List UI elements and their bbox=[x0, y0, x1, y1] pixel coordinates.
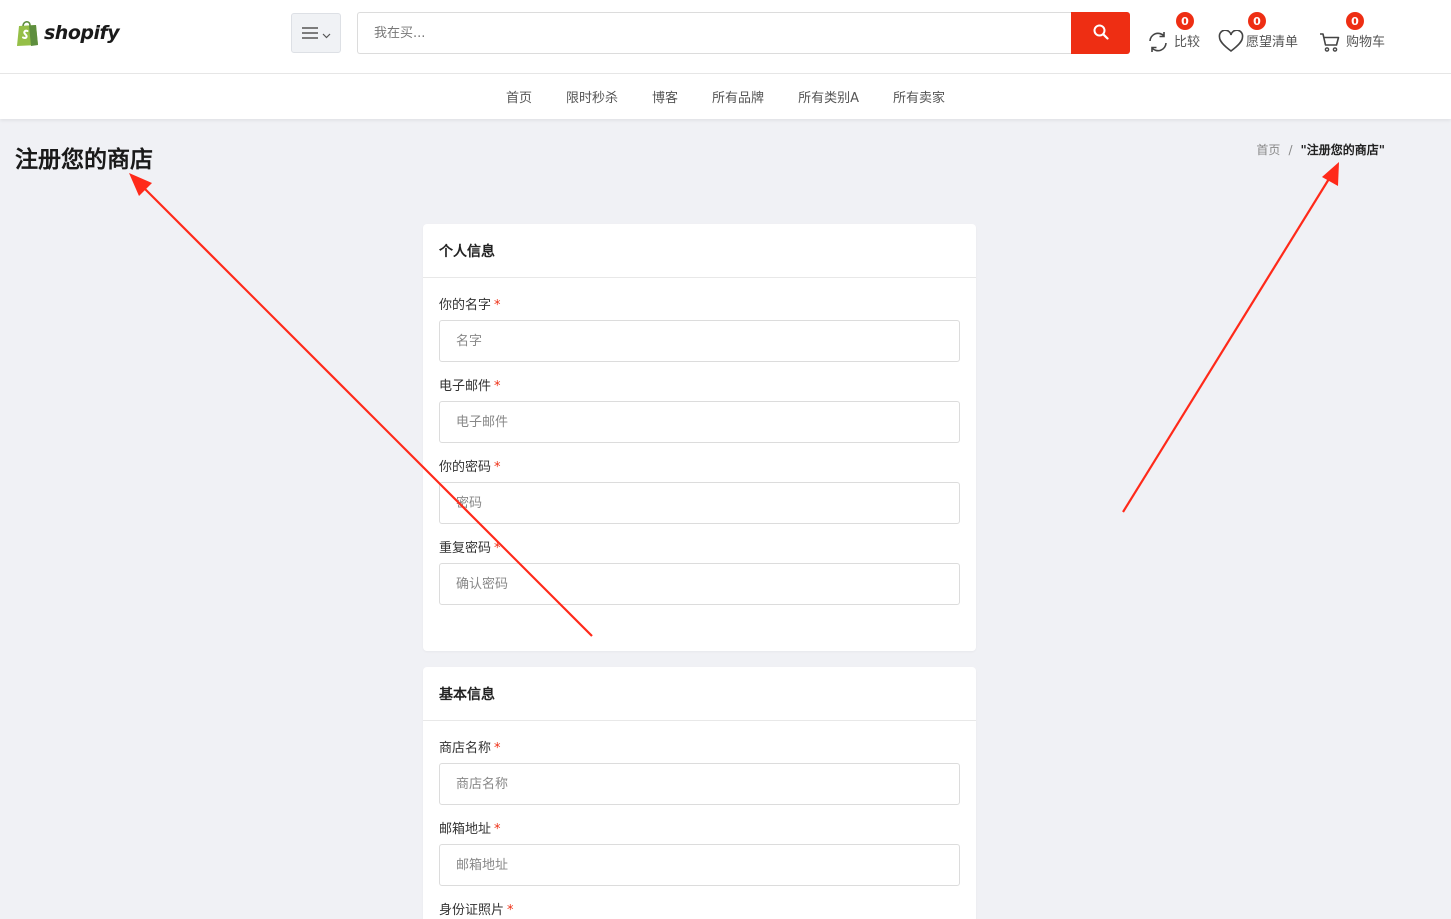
nav-item-all-brands[interactable]: 所有品牌 bbox=[695, 87, 781, 106]
main-nav: 首页 限时秒杀 博客 所有品牌 所有类别A 所有卖家 bbox=[0, 74, 1451, 119]
shop-name-field-group: 商店名称 * bbox=[439, 737, 960, 805]
top-header: shopify 0 比较 bbox=[0, 0, 1451, 74]
annotation-arrow-to-breadcrumb bbox=[1122, 162, 1339, 513]
confirm-password-input[interactable] bbox=[439, 563, 960, 605]
shopify-bag-icon bbox=[15, 19, 41, 47]
compare-count-badge: 0 bbox=[1176, 12, 1194, 30]
confirm-password-label: 重复密码 * bbox=[439, 541, 501, 556]
hamburger-menu-icon bbox=[301, 24, 318, 43]
chevron-down-icon bbox=[322, 24, 331, 43]
basic-info-heading: 基本信息 bbox=[423, 667, 976, 721]
password-field-group: 你的密码 * bbox=[439, 456, 960, 524]
email-input[interactable] bbox=[439, 401, 960, 443]
page-title: 注册您的商店 bbox=[15, 147, 153, 173]
search-bar bbox=[357, 12, 1130, 54]
shop-name-input[interactable] bbox=[439, 763, 960, 805]
compare-button[interactable]: 0 比较 bbox=[1146, 12, 1201, 54]
email-label: 电子邮件 * bbox=[439, 379, 501, 394]
personal-info-heading: 个人信息 bbox=[423, 224, 976, 278]
wishlist-count-badge: 0 bbox=[1248, 12, 1266, 30]
name-input[interactable] bbox=[439, 320, 960, 362]
wishlist-button[interactable]: 0 愿望清单 bbox=[1218, 12, 1299, 54]
cart-icon bbox=[1318, 28, 1344, 54]
personal-info-card: 个人信息 你的名字* 电子邮件* 你的密码* 重复密码* bbox=[423, 224, 976, 651]
breadcrumb-separator: / bbox=[1288, 142, 1293, 157]
shop-name-label: 商店名称 * bbox=[439, 741, 501, 756]
shop-address-label: 邮箱地址 * bbox=[439, 822, 501, 837]
confirm-password-field-group: 重复密码 * bbox=[439, 537, 960, 605]
compare-icon bbox=[1146, 28, 1172, 54]
search-icon bbox=[1093, 24, 1109, 43]
search-input[interactable] bbox=[357, 12, 1071, 54]
nav-item-all-categories[interactable]: 所有类别A bbox=[781, 87, 876, 106]
category-menu-button[interactable] bbox=[291, 13, 341, 53]
logo-wordmark: shopify bbox=[44, 22, 120, 44]
name-field-group: 你的名字 * bbox=[439, 294, 960, 362]
shop-address-input[interactable] bbox=[439, 844, 960, 886]
nav-item-blog[interactable]: 博客 bbox=[635, 87, 695, 106]
nav-item-home[interactable]: 首页 bbox=[489, 87, 549, 106]
breadcrumb-current: "注册您的商店" bbox=[1300, 143, 1385, 157]
search-button[interactable] bbox=[1071, 12, 1130, 54]
logo[interactable]: shopify bbox=[15, 13, 120, 53]
cart-button[interactable]: 0 购物车 bbox=[1318, 12, 1386, 54]
nav-item-all-sellers[interactable]: 所有卖家 bbox=[876, 87, 962, 106]
heart-icon bbox=[1218, 28, 1244, 54]
nav-item-flash-sale[interactable]: 限时秒杀 bbox=[549, 87, 635, 106]
cart-count-badge: 0 bbox=[1346, 12, 1364, 30]
name-label: 你的名字 * bbox=[439, 298, 501, 313]
email-field-group: 电子邮件 * bbox=[439, 375, 960, 443]
id-photo-label: 身份证照片 * bbox=[439, 903, 514, 918]
shop-address-field-group: 邮箱地址 * bbox=[439, 818, 960, 886]
cart-label: 购物车 bbox=[1346, 35, 1386, 50]
password-label: 你的密码 * bbox=[439, 460, 501, 475]
basic-info-card: 基本信息 商店名称* 邮箱地址* 身份证照片* bbox=[423, 667, 976, 919]
id-photo-field-group: 身份证照片 * bbox=[439, 899, 960, 918]
wishlist-label: 愿望清单 bbox=[1246, 35, 1299, 50]
password-input[interactable] bbox=[439, 482, 960, 524]
breadcrumb: 首页 / "注册您的商店" bbox=[1256, 141, 1385, 158]
compare-label: 比较 bbox=[1174, 35, 1201, 50]
breadcrumb-home-link[interactable]: 首页 bbox=[1256, 141, 1280, 158]
